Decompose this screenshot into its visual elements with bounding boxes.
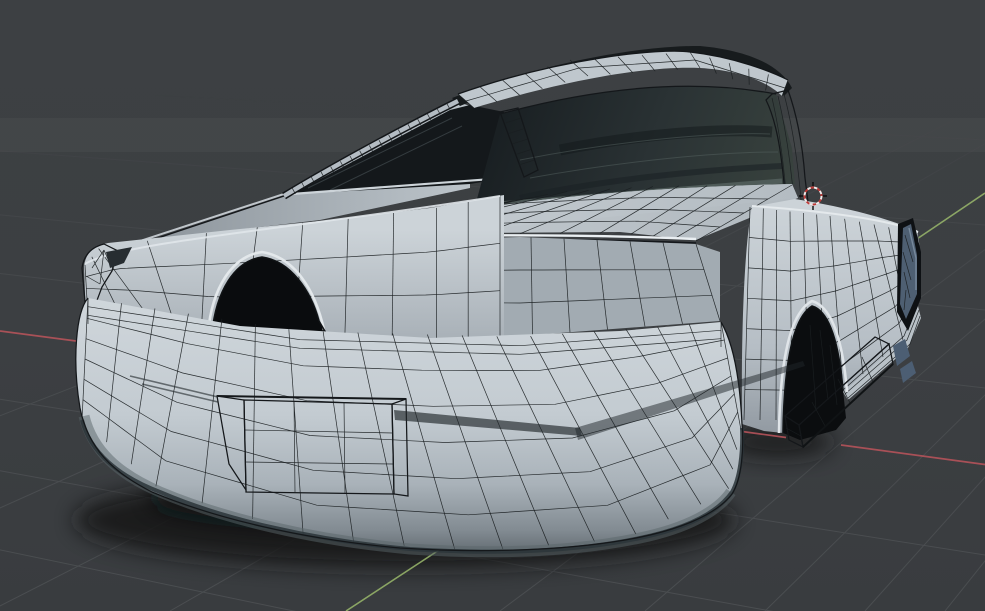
3d-viewport[interactable]: [0, 0, 985, 611]
suspension-blue-bits: [893, 339, 916, 383]
viewport-canvas: [0, 45, 985, 611]
grid-line-y: [944, 560, 985, 611]
